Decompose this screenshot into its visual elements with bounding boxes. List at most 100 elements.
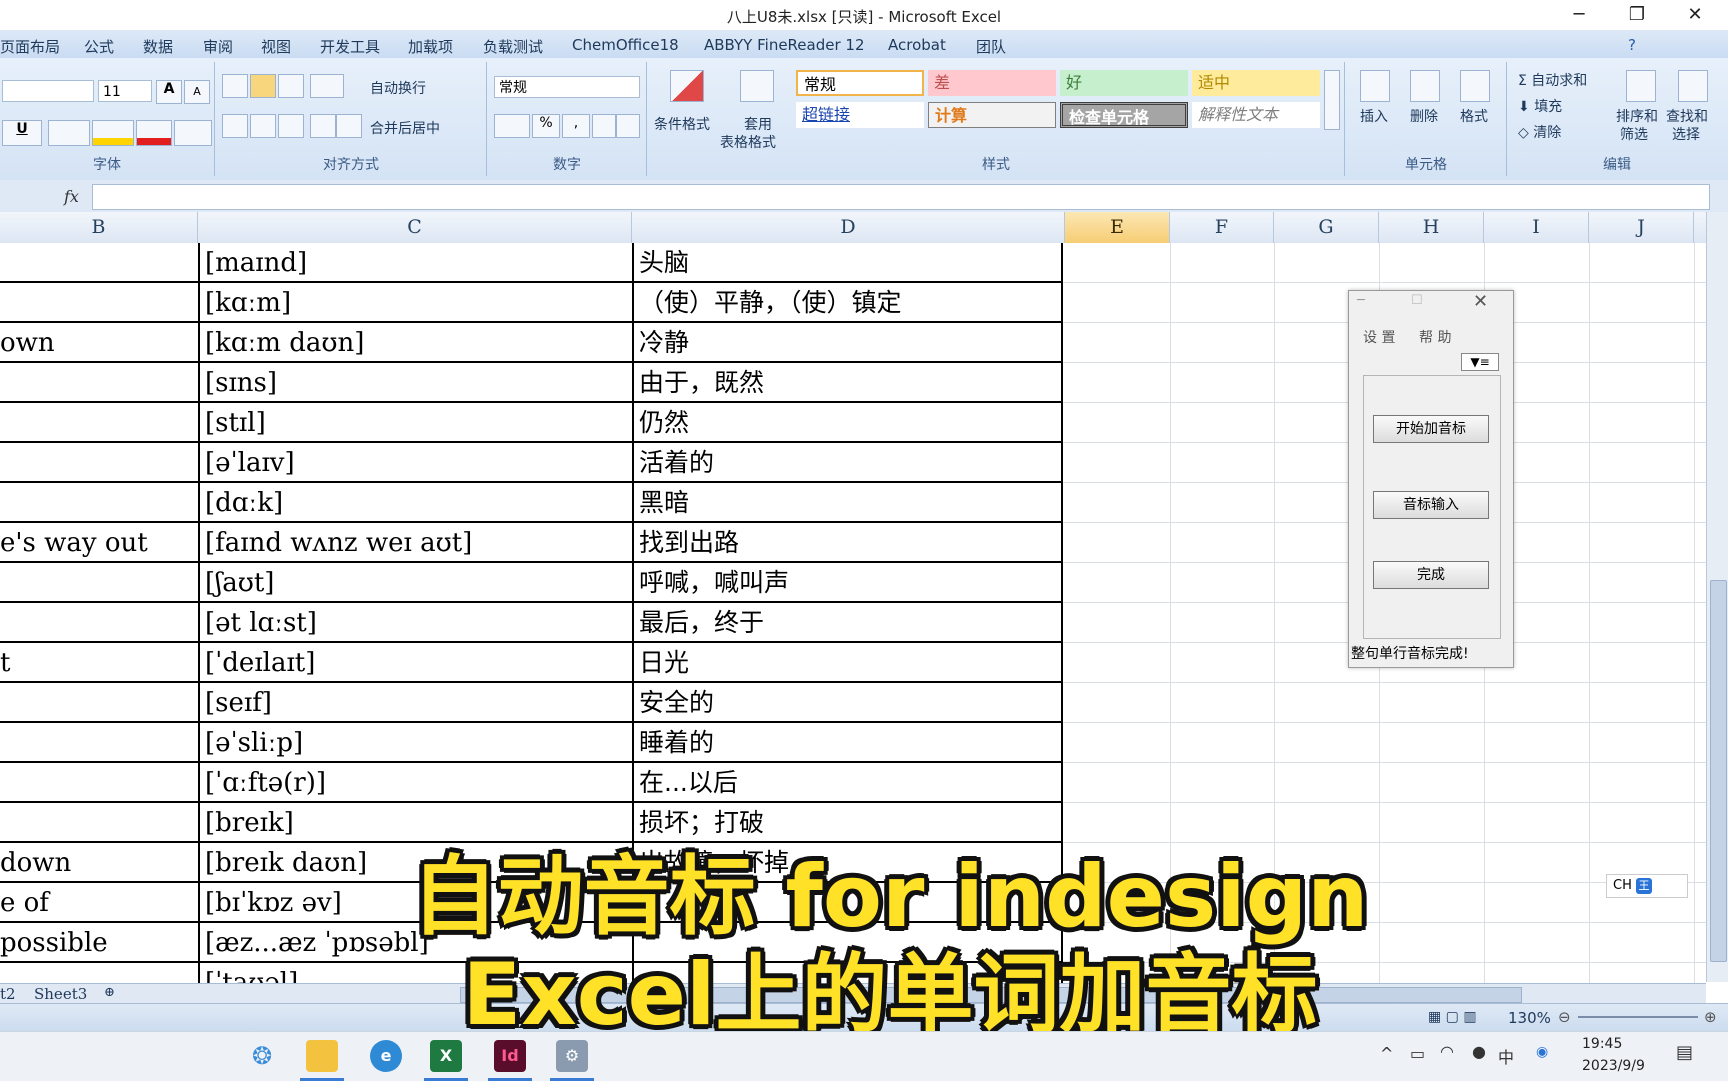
cell-d[interactable]: 在...以后 — [632, 763, 1063, 801]
tab-addins[interactable]: 加载项 — [408, 36, 453, 57]
cell-c[interactable]: [əˈlaɪv] — [198, 443, 632, 481]
cell-b[interactable] — [0, 563, 198, 601]
cell-c[interactable]: [stɪl] — [198, 403, 632, 441]
float-menu-help[interactable]: 帮 助 — [1419, 327, 1451, 347]
increase-decimal-icon[interactable] — [592, 114, 616, 138]
shrink-font-button[interactable]: A — [184, 80, 210, 104]
table-format-label-2[interactable]: 表格格式 — [720, 132, 776, 152]
grow-font-button[interactable]: A — [156, 80, 182, 104]
taskbar-time[interactable]: 19:45 — [1582, 1036, 1622, 1052]
scroll-thumb[interactable] — [1710, 580, 1727, 962]
comma-button[interactable]: , — [562, 114, 590, 138]
cell-c[interactable]: [breɪk] — [198, 803, 632, 841]
decrease-decimal-icon[interactable] — [616, 114, 640, 138]
cell-d[interactable]: 最后，终于 — [632, 603, 1063, 641]
column-header-h[interactable]: H — [1379, 212, 1484, 243]
delete-button[interactable]: 删除 — [1410, 106, 1438, 126]
format-button[interactable]: 格式 — [1460, 106, 1488, 126]
cell-c[interactable]: [bɪˈkɒz əv] — [198, 883, 632, 921]
font-size-select[interactable]: 11 — [98, 80, 152, 102]
tab-team[interactable]: 团队 — [976, 36, 1006, 57]
cell-b[interactable] — [0, 443, 198, 481]
cell-b[interactable]: own — [0, 323, 198, 361]
tray-ime[interactable]: 中 — [1498, 1044, 1514, 1068]
cell-b[interactable]: e of — [0, 883, 198, 921]
style-bad[interactable]: 差 — [928, 70, 1056, 96]
app-swirl-icon[interactable]: ❂ — [246, 1040, 278, 1072]
cell-d[interactable]: 出故障，坏掉 — [632, 843, 1063, 881]
column-header-e[interactable]: E — [1065, 212, 1170, 243]
conditional-format-button[interactable]: 条件格式 — [654, 114, 710, 134]
zoom-out-icon[interactable]: ⊖ — [1558, 1008, 1571, 1026]
tab-abbyy[interactable]: ABBYY FineReader 12 — [704, 36, 865, 54]
sort-label-1[interactable]: 排序和 — [1616, 106, 1658, 126]
float-maximize-icon[interactable]: ☐ — [1411, 293, 1423, 308]
cell-b[interactable] — [0, 683, 198, 721]
tab-review[interactable]: 审阅 — [203, 36, 233, 57]
align-right-icon[interactable] — [278, 114, 304, 138]
float-minimize-icon[interactable]: ─ — [1357, 293, 1365, 308]
style-hyperlink[interactable]: 超链接 — [796, 102, 924, 128]
style-neutral[interactable]: 适中 — [1192, 70, 1320, 96]
tab-page-layout[interactable]: 页面布局 — [0, 36, 60, 57]
align-left-icon[interactable] — [222, 114, 248, 138]
sort-filter-icon[interactable] — [1626, 70, 1656, 102]
mic-icon[interactable]: ● — [1472, 1042, 1486, 1061]
tab-chemoffice[interactable]: ChemOffice18 — [572, 36, 679, 54]
minimize-button[interactable]: ─ — [1556, 2, 1602, 28]
cell-b[interactable] — [0, 403, 198, 441]
cell-c[interactable]: [ˈɑːftə(r)] — [198, 763, 632, 801]
insert-cells-icon[interactable] — [1360, 70, 1390, 102]
style-explanatory[interactable]: 解释性文本 — [1192, 102, 1320, 128]
align-center-icon[interactable] — [250, 114, 276, 138]
cell-b[interactable] — [0, 763, 198, 801]
border-icon[interactable] — [48, 120, 90, 146]
font-color-icon[interactable] — [136, 120, 172, 146]
indesign-taskbar-icon[interactable]: Id — [494, 1040, 526, 1072]
style-check-cell[interactable]: 检查单元格 — [1060, 102, 1188, 128]
cell-b[interactable] — [0, 723, 198, 761]
cell-b[interactable] — [0, 283, 198, 321]
orientation-icon[interactable] — [310, 74, 344, 98]
column-header-c[interactable]: C — [198, 212, 632, 243]
cell-c[interactable]: [sɪns] — [198, 363, 632, 401]
ime-indicator[interactable]: CH 王 — [1606, 874, 1688, 898]
cell-c[interactable]: [dɑːk] — [198, 483, 632, 521]
cell-b[interactable]: possible — [0, 923, 198, 961]
align-bottom-icon[interactable] — [278, 74, 304, 98]
cell-c[interactable]: [əˈsliːp] — [198, 723, 632, 761]
phonetic-input-button[interactable]: 音标输入 — [1373, 491, 1489, 519]
insert-button[interactable]: 插入 — [1360, 106, 1388, 126]
cell-d[interactable]: 安全的 — [632, 683, 1063, 721]
cell-b[interactable]: e's way out — [0, 523, 198, 561]
cell-d[interactable] — [632, 963, 1063, 983]
taskbar-date[interactable]: 2023/9/9 — [1582, 1058, 1645, 1074]
cell-d[interactable]: 日光 — [632, 643, 1063, 681]
clear-button[interactable]: ◇ 清除 — [1518, 122, 1561, 142]
zoom-in-icon[interactable]: ⊕ — [1704, 1008, 1717, 1026]
battery-icon[interactable]: ▭ — [1410, 1044, 1425, 1063]
cell-d[interactable]: 头脑 — [632, 243, 1063, 281]
zoom-slider[interactable] — [1578, 1016, 1698, 1018]
cell-b[interactable] — [0, 363, 198, 401]
cell-d[interactable]: 仍然 — [632, 403, 1063, 441]
increase-indent-icon[interactable] — [336, 114, 362, 138]
cell-b[interactable] — [0, 803, 198, 841]
float-menu-settings[interactable]: 设 置 — [1363, 327, 1395, 347]
cell-d[interactable] — [632, 923, 1063, 961]
cell-c[interactable]: [æz...æz ˈpɒsəbl] — [198, 923, 632, 961]
cell-c[interactable]: [kɑːm] — [198, 283, 632, 321]
tab-formulas[interactable]: 公式 — [84, 36, 114, 57]
ie-browser-icon[interactable]: e — [370, 1040, 402, 1072]
find-label-1[interactable]: 查找和 — [1666, 106, 1708, 126]
cell-d[interactable]: 活着的 — [632, 443, 1063, 481]
styles-scroll-icon[interactable] — [1324, 70, 1340, 130]
float-close-icon[interactable]: ✕ — [1473, 291, 1488, 312]
number-format-select[interactable]: 常规 — [494, 76, 640, 98]
zoom-level[interactable]: 130% — [1508, 1009, 1551, 1027]
align-middle-icon[interactable] — [250, 74, 276, 98]
decrease-indent-icon[interactable] — [310, 114, 336, 138]
conditional-format-icon[interactable] — [670, 70, 704, 102]
sheet-tab-3[interactable]: Sheet3 — [34, 985, 87, 1003]
fill-button[interactable]: ⬇ 填充 — [1518, 96, 1562, 116]
